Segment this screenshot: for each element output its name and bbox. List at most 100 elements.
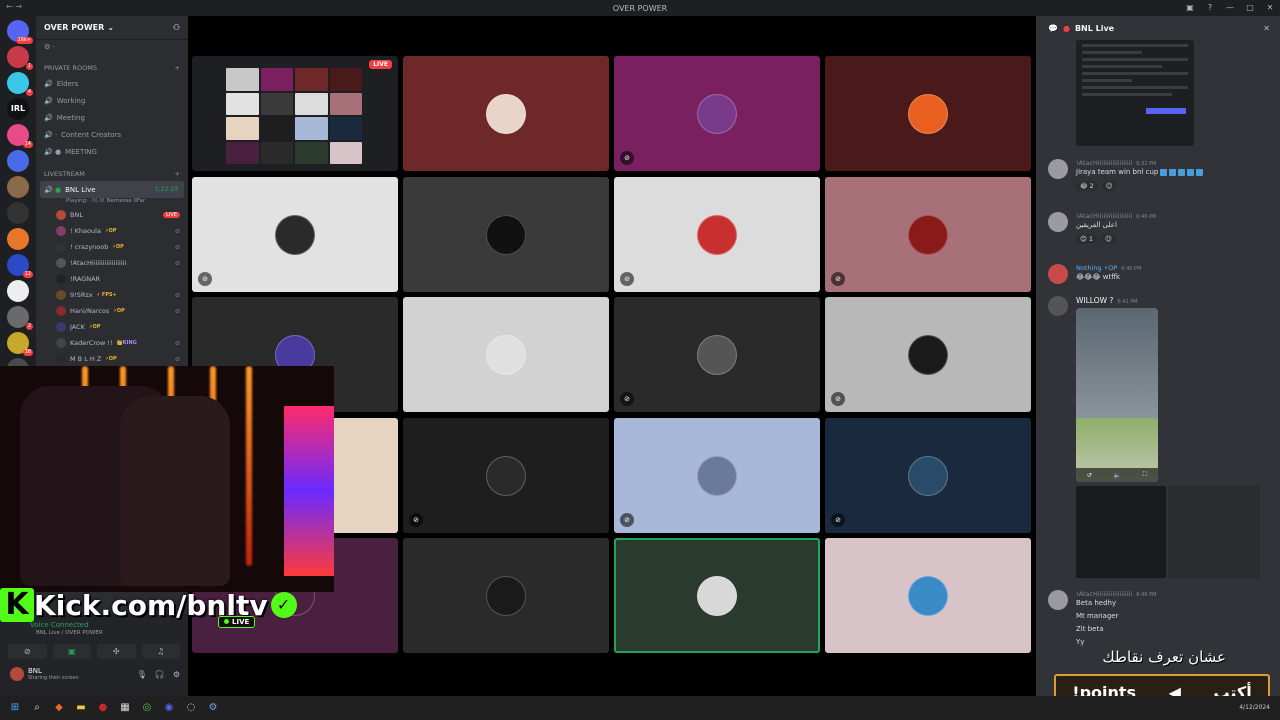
avatar[interactable] bbox=[10, 667, 24, 681]
server-icon[interactable] bbox=[7, 150, 29, 172]
volume-icon[interactable]: 🔈 bbox=[1114, 472, 1121, 479]
headphones-icon[interactable]: 🎧 bbox=[155, 670, 165, 679]
add-reaction-icon[interactable]: ☺ bbox=[1100, 234, 1116, 244]
video-attachment[interactable]: ↺ 🔈 ⛶ bbox=[1076, 308, 1158, 482]
participant-tile[interactable]: ⊘ bbox=[614, 297, 820, 412]
server-icon[interactable]: 12 bbox=[7, 254, 33, 278]
section-livestream[interactable]: LIVESTREAM + bbox=[36, 160, 188, 181]
replay-icon[interactable]: ↺ bbox=[1087, 472, 1092, 479]
participant-tile[interactable] bbox=[614, 538, 820, 653]
app-icon[interactable]: ▦ bbox=[118, 701, 132, 715]
server-icon[interactable]: 2 bbox=[7, 306, 33, 330]
windows-start-icon[interactable]: ⊞ bbox=[8, 701, 22, 715]
chrome-icon[interactable]: ◎ bbox=[140, 701, 154, 715]
channel-meeting-2[interactable]: 🔊 ● MEETING bbox=[36, 143, 188, 160]
server-header[interactable]: OVER POWER ⌄ ⚇ bbox=[36, 16, 188, 40]
message-author[interactable]: !AtacHiiiiiiiiiiiiiiiiiii bbox=[1076, 590, 1132, 598]
participant-tile[interactable]: ⊘ bbox=[825, 177, 1031, 292]
server-icon[interactable] bbox=[7, 176, 29, 198]
gear-icon[interactable]: ⚙ bbox=[173, 670, 180, 679]
server-icon[interactable]: 1 bbox=[7, 46, 33, 70]
participant-tile[interactable]: ⊘ bbox=[825, 297, 1031, 412]
channel-working[interactable]: 🔊 Working bbox=[36, 92, 188, 109]
channel-elders[interactable]: 🔊 Elders bbox=[36, 75, 188, 92]
search-icon[interactable]: ⌕ bbox=[30, 701, 44, 715]
server-icon[interactable]: 4 bbox=[7, 72, 33, 96]
participant-tile[interactable]: ⊘ bbox=[825, 418, 1031, 533]
fullscreen-icon[interactable]: ⛶ bbox=[1143, 471, 1147, 479]
participant-tile[interactable]: ⊘ bbox=[614, 56, 820, 171]
avatar[interactable] bbox=[1048, 159, 1068, 179]
app-icon[interactable]: ● bbox=[96, 701, 110, 715]
server-icon[interactable]: 14 bbox=[7, 124, 33, 148]
voice-user[interactable]: BNL LIVE bbox=[36, 207, 188, 223]
avatar[interactable] bbox=[1048, 212, 1068, 232]
voice-user[interactable]: M B L H Z ⚡OP ⊘ bbox=[36, 351, 188, 367]
participant-tile[interactable] bbox=[403, 297, 609, 412]
image-attachment[interactable] bbox=[1076, 40, 1194, 146]
reaction[interactable]: 😂 2 bbox=[1076, 181, 1098, 191]
server-boost-row[interactable]: ⚙ · bbox=[36, 40, 188, 54]
voice-user[interactable]: !AtacHiiiiiiiiiiiiiiiiiii ⊘ bbox=[36, 255, 188, 271]
microphone-icon[interactable]: 🎙 bbox=[137, 670, 147, 679]
participant-tile[interactable] bbox=[403, 177, 609, 292]
image-attachment[interactable] bbox=[1076, 486, 1166, 578]
screen-share-tile[interactable]: LIVE bbox=[192, 56, 398, 171]
channel-bnl-live[interactable]: 🔊 ● BNL Live 1:22:23 bbox=[40, 181, 184, 198]
section-private-rooms[interactable]: PRIVATE ROOMS + bbox=[36, 54, 188, 75]
message-author[interactable]: Nothing ⚡OP bbox=[1076, 264, 1117, 272]
message-author[interactable]: WILLOW ? bbox=[1076, 296, 1113, 305]
participant-tile[interactable]: ⊘ bbox=[614, 418, 820, 533]
add-friend-icon[interactable]: ⚇ bbox=[173, 23, 180, 32]
brave-icon[interactable]: ◆ bbox=[52, 701, 66, 715]
close-icon[interactable]: ✕ bbox=[1263, 24, 1270, 33]
participant-tile[interactable]: ⊘ bbox=[192, 177, 398, 292]
file-explorer-icon[interactable]: ▬ bbox=[74, 701, 88, 715]
inbox-icon[interactable]: ▣ bbox=[1180, 0, 1200, 16]
close-button[interactable]: ✕ bbox=[1260, 0, 1280, 16]
avatar[interactable] bbox=[1048, 264, 1068, 284]
server-icon-irl[interactable]: IRL bbox=[7, 98, 29, 120]
participant-tile[interactable] bbox=[825, 56, 1031, 171]
minimize-button[interactable]: — bbox=[1220, 0, 1240, 16]
voice-user[interactable]: 9!SRzx ⚡ FPS+ ⊘ bbox=[36, 287, 188, 303]
voice-channel-path[interactable]: BNL Live / OVER POWER bbox=[0, 629, 188, 636]
add-reaction-icon[interactable]: ☺ bbox=[1101, 181, 1117, 191]
message-author[interactable]: !AtacHiiiiiiiiiiiiiiiiiii bbox=[1076, 159, 1132, 167]
back-arrow-icon[interactable]: ← → bbox=[6, 2, 22, 11]
plus-icon[interactable]: + bbox=[175, 170, 180, 178]
participant-tile[interactable] bbox=[403, 56, 609, 171]
server-icon[interactable] bbox=[7, 202, 29, 224]
avatar[interactable] bbox=[1048, 590, 1068, 610]
voice-user[interactable]: !RAGNAR bbox=[36, 271, 188, 287]
plus-icon[interactable]: + bbox=[175, 64, 180, 72]
participant-tile[interactable] bbox=[403, 538, 609, 653]
maximize-button[interactable]: □ bbox=[1240, 0, 1260, 16]
soundboard-icon[interactable]: ♫ bbox=[141, 644, 180, 659]
channel-content-creators[interactable]: 🔊 · Content Creators bbox=[36, 126, 188, 143]
voice-user[interactable]: ! Khaoula ⚡OP ⊘ bbox=[36, 223, 188, 239]
server-icon[interactable] bbox=[7, 228, 29, 250]
avatar[interactable] bbox=[1048, 296, 1068, 316]
image-attachment[interactable] bbox=[1168, 486, 1260, 578]
participant-tile[interactable]: ⊘ bbox=[614, 177, 820, 292]
discord-icon[interactable]: ◉ bbox=[162, 701, 176, 715]
help-icon[interactable]: ? bbox=[1200, 0, 1220, 16]
voice-user[interactable]: Hani/Narcos ⚡OP ⊘ bbox=[36, 303, 188, 319]
voice-user[interactable]: ! crazynoob ⚡OP ⊘ bbox=[36, 239, 188, 255]
channel-meeting[interactable]: 🔊 Meeting bbox=[36, 109, 188, 126]
message-author[interactable]: !AtacHiiiiiiiiiiiiiiiiiii bbox=[1076, 212, 1132, 220]
server-icon[interactable] bbox=[7, 280, 29, 302]
participant-tile[interactable] bbox=[825, 538, 1031, 653]
activities-icon[interactable]: ✣ bbox=[97, 644, 136, 659]
steam-icon[interactable]: ⚙ bbox=[206, 701, 220, 715]
server-icon[interactable]: 38 bbox=[7, 332, 33, 356]
camera-off-icon[interactable]: ⊘ bbox=[8, 644, 47, 659]
participant-tile[interactable]: ⊘ bbox=[403, 418, 609, 533]
screen-share-icon[interactable]: ▣ bbox=[52, 644, 91, 659]
home-server-icon[interactable]: 16k+ bbox=[7, 20, 33, 44]
reaction[interactable]: 😊 1 bbox=[1076, 234, 1097, 244]
app-icon[interactable]: ◌ bbox=[184, 701, 198, 715]
voice-user[interactable]: JACK ⚡OP bbox=[36, 319, 188, 335]
voice-user[interactable]: KaderCrow !! 👑KING ⊘ bbox=[36, 335, 188, 351]
